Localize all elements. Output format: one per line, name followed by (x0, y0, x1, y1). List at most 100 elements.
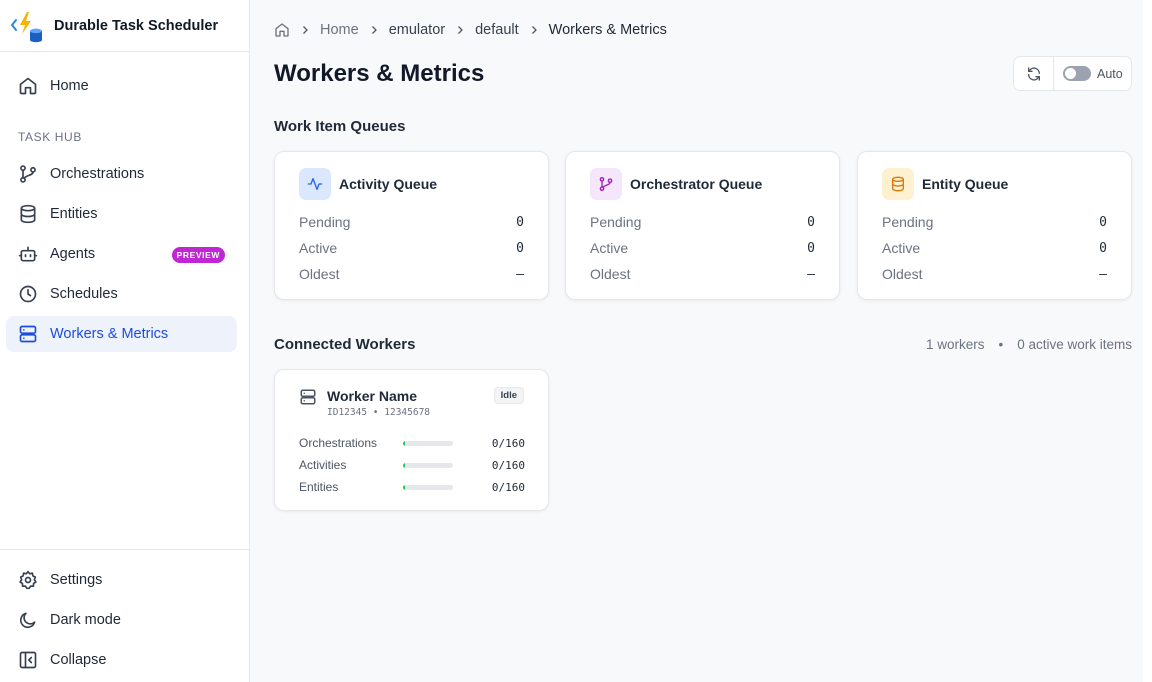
preview-badge: PREVIEW (171, 247, 225, 263)
sidebar-item-label: Entities (50, 206, 98, 222)
queue-row-label: Active (590, 240, 629, 256)
worker-id: ID12345 • 12345678 (327, 407, 430, 418)
breadcrumb-home[interactable]: Home (320, 22, 359, 38)
capacity-label: Activities (299, 458, 347, 472)
queue-name: Entity Queue (922, 176, 1009, 192)
queue-row-active: Active 0 (299, 238, 524, 258)
queue-row-value: 0 (807, 214, 815, 230)
queue-row-value: 0 (516, 240, 524, 256)
chevron-right-icon (528, 24, 540, 36)
queue-row-oldest: Oldest — (299, 264, 524, 284)
workers-count: 1 workers (925, 337, 985, 352)
breadcrumb-emulator[interactable]: emulator (389, 22, 445, 38)
capacity-bar (403, 440, 453, 446)
refresh-icon (1027, 66, 1040, 81)
sidebar-item-label: Home (50, 78, 89, 94)
brand[interactable]: Durable Task Scheduler (0, 0, 249, 52)
sidebar-item-label: Agents (50, 246, 96, 262)
breadcrumb: Home emulator default Workers & Metrics (274, 20, 667, 40)
sidebar: Durable Task Scheduler Home TASK HUB Orc… (0, 0, 250, 682)
bot-icon (18, 244, 38, 264)
main-content: Home emulator default Workers & Metrics … (250, 0, 1143, 682)
server-icon (299, 388, 317, 406)
capacity-value: 0/160 (491, 458, 525, 472)
queue-row-value: 0 (1099, 214, 1107, 230)
sidebar-item-home[interactable]: Home (6, 68, 237, 104)
sidebar-item-dark-mode[interactable]: Dark mode (6, 602, 237, 638)
entity-queue-card: Entity Queue Pending 0 Active 0 Oldest — (857, 151, 1132, 300)
breadcrumb-current: Workers & Metrics (548, 22, 667, 38)
capacity-row-entities: Entities 0/160 (299, 479, 525, 495)
sidebar-item-settings[interactable]: Settings (6, 562, 237, 598)
capacity-row-orchestrations: Orchestrations 0/160 (299, 435, 525, 451)
worker-process-id: 12345678 (384, 407, 431, 418)
active-work-items: 0 active work items (1017, 337, 1132, 352)
workers-summary: 1 workers • 0 active work items (926, 337, 1132, 352)
queue-row-label: Oldest (882, 266, 923, 282)
page-title: Workers & Metrics (274, 60, 485, 87)
queue-row-pending: Pending 0 (590, 212, 815, 232)
queue-row-value: 0 (516, 214, 524, 230)
sidebar-item-label: Collapse (50, 652, 107, 668)
orchestrator-queue-card: Orchestrator Queue Pending 0 Active 0 Olde… (565, 151, 840, 300)
connected-workers-title: Connected Workers (274, 336, 416, 353)
refresh-button[interactable] (1014, 57, 1054, 90)
capacity-value: 0/160 (491, 436, 525, 450)
collapse-icon (18, 650, 38, 670)
queue-row-label: Oldest (590, 266, 631, 282)
moon-icon (18, 610, 38, 630)
capacity-bar (403, 462, 453, 468)
auto-refresh-label: Auto (1097, 66, 1123, 81)
chevron-right-icon (368, 24, 380, 36)
queue-row-label: Active (299, 240, 338, 256)
work-item-queues-title: Work Item Queues (274, 118, 406, 135)
chevron-right-icon (454, 24, 466, 36)
worker-card[interactable]: Worker Name ID12345 • 12345678 Idle Orch… (274, 369, 549, 511)
queue-row-label: Pending (299, 214, 351, 230)
queue-row-label: Pending (882, 214, 934, 230)
sidebar-item-label: Dark mode (50, 612, 121, 628)
sidebar-item-schedules[interactable]: Schedules (6, 276, 237, 312)
sidebar-item-orchestrations[interactable]: Orchestrations (6, 156, 237, 192)
queue-row-value: — (1099, 266, 1107, 282)
queue-row-label: Active (882, 240, 921, 256)
queue-row-oldest: Oldest — (590, 264, 815, 284)
sidebar-item-label: Schedules (50, 286, 118, 302)
queue-row-pending: Pending 0 (299, 212, 524, 232)
breadcrumb-default[interactable]: default (475, 22, 519, 38)
activity-queue-card: Activity Queue Pending 0 Active 0 Oldest — (274, 151, 549, 300)
toggle-knob (1065, 68, 1076, 79)
capacity-label: Orchestrations (299, 436, 378, 450)
queue-row-value: — (516, 266, 524, 282)
section-label-task-hub: TASK HUB (18, 130, 82, 144)
sidebar-item-label: Workers & Metrics (50, 326, 169, 342)
home-icon[interactable] (274, 22, 290, 38)
capacity-fill (403, 462, 405, 468)
queue-row-value: 0 (1099, 240, 1107, 256)
queue-row-label: Pending (590, 214, 642, 230)
home-icon (18, 76, 38, 96)
summary-separator: • (998, 337, 1004, 352)
queue-row-pending: Pending 0 (882, 212, 1107, 232)
sidebar-item-workers-metrics[interactable]: Workers & Metrics (6, 316, 237, 352)
queue-name: Activity Queue (339, 176, 438, 192)
capacity-row-activities: Activities 0/160 (299, 457, 525, 473)
queue-row-oldest: Oldest — (882, 264, 1107, 284)
scrollbar-track[interactable] (1143, 0, 1152, 682)
sidebar-item-collapse[interactable]: Collapse (6, 642, 237, 678)
capacity-fill (403, 484, 405, 490)
queue-row-label: Oldest (299, 266, 340, 282)
sidebar-item-agents[interactable]: Agents PREVIEW (6, 236, 237, 272)
queue-row-value: 0 (807, 240, 815, 256)
auto-refresh-toggle[interactable] (1063, 66, 1091, 81)
capacity-fill (403, 440, 405, 446)
sidebar-divider (0, 549, 250, 550)
capacity-value: 0/160 (491, 480, 525, 494)
sidebar-item-entities[interactable]: Entities (6, 196, 237, 232)
database-icon (18, 204, 38, 224)
git-branch-icon (590, 168, 622, 200)
server-icon (18, 324, 38, 344)
database-icon (882, 168, 914, 200)
sidebar-item-label: Orchestrations (50, 166, 145, 182)
capacity-bar (403, 484, 453, 490)
